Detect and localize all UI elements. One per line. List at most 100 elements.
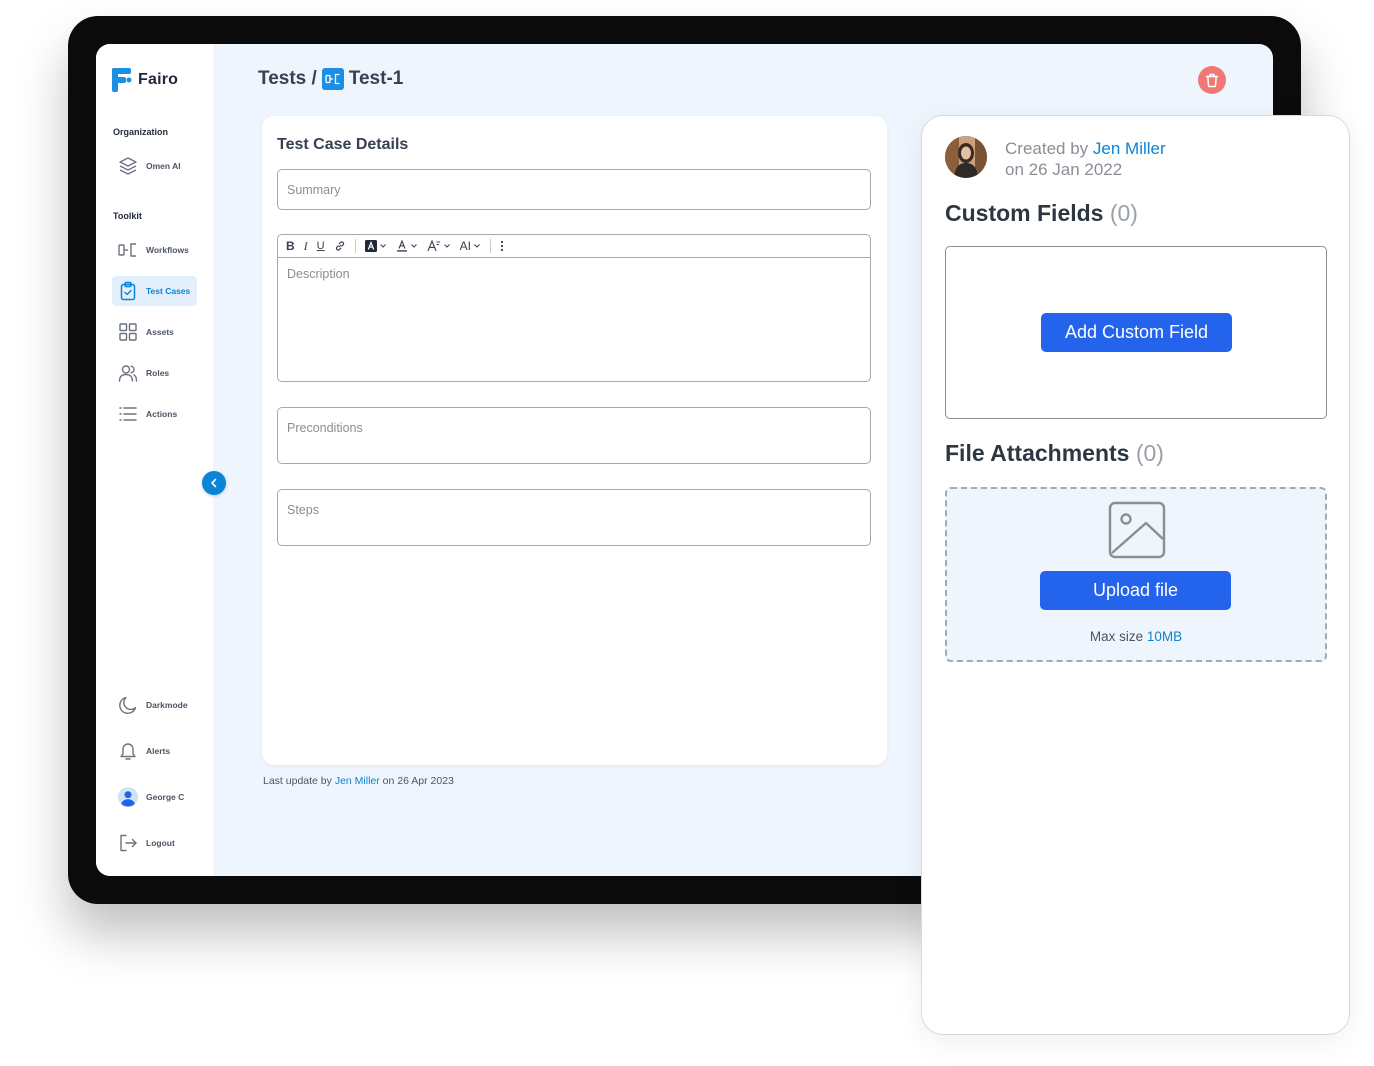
description-placeholder: Description <box>287 267 350 281</box>
workflow-badge-icon <box>321 68 344 90</box>
last-update-user-link[interactable]: Jen Miller <box>335 775 380 787</box>
trash-icon <box>1205 73 1219 87</box>
bell-icon <box>118 741 138 761</box>
more-vertical-icon <box>500 240 504 252</box>
text-style-button[interactable] <box>427 240 451 252</box>
sidebar-item-label: Darkmode <box>146 700 188 710</box>
last-update-text: Last update by Jen Miller on 26 Apr 2023 <box>263 775 454 787</box>
breadcrumb: Tests / Test-1 <box>258 68 403 90</box>
max-size-value: 10MB <box>1146 629 1183 644</box>
chevron-down-icon <box>379 244 386 248</box>
toolkit-label: Toolkit <box>113 211 142 221</box>
steps-input[interactable]: Steps <box>277 489 871 546</box>
organization-label: Organization <box>113 127 169 137</box>
more-options-button[interactable] <box>500 240 504 252</box>
summary-placeholder: Summary <box>287 183 341 197</box>
font-size-label: AI <box>459 239 471 253</box>
sidebar-item-actions[interactable]: Actions <box>112 399 197 429</box>
add-custom-field-button[interactable]: Add Custom Field <box>1041 313 1232 352</box>
collapse-sidebar-button[interactable] <box>202 471 226 495</box>
workflow-icon <box>118 240 138 260</box>
created-prefix: Created by <box>1005 139 1089 158</box>
last-update-date: on 26 Apr 2023 <box>382 775 454 787</box>
sidebar-item-profile[interactable]: George C <box>112 782 197 812</box>
link-icon <box>335 241 344 251</box>
card-title: Test Case Details <box>277 136 409 153</box>
underline-button[interactable]: U <box>317 240 325 252</box>
delete-button[interactable] <box>1198 66 1226 94</box>
preconditions-input[interactable]: Preconditions <box>277 407 871 464</box>
app-logo[interactable]: Fairo <box>112 68 178 92</box>
sidebar-item-label: Alerts <box>146 746 171 756</box>
sidebar-item-label: Actions <box>146 409 178 419</box>
highlight-icon <box>364 240 377 252</box>
test-case-details-card: Test Case Details Summary B I U AI Descr… <box>262 116 887 765</box>
toolbar-divider <box>354 239 356 253</box>
grid-icon <box>118 322 138 342</box>
font-size-button[interactable]: AI <box>460 239 481 253</box>
max-size-text: Max size 10MB <box>947 629 1325 644</box>
text-style-icon <box>427 240 440 252</box>
upload-file-button[interactable]: Upload file <box>1040 571 1231 610</box>
sidebar-item-label: Assets <box>146 327 174 337</box>
layers-icon <box>118 156 138 176</box>
preconditions-placeholder: Preconditions <box>287 421 363 435</box>
sidebar-item-darkmode[interactable]: Darkmode <box>112 690 197 720</box>
text-color-button[interactable] <box>396 240 418 252</box>
file-drop-zone[interactable]: Upload file Max size 10MB <box>945 487 1327 662</box>
moon-icon <box>118 695 138 715</box>
creator-avatar <box>945 136 987 178</box>
sidebar-item-logout[interactable]: Logout <box>112 828 197 858</box>
details-side-panel: Created by Jen Miller on 26 Jan 2022 Cus… <box>921 115 1350 1035</box>
breadcrumb-parent-link[interactable]: Tests / <box>258 68 317 90</box>
list-icon <box>118 404 138 424</box>
max-size-prefix: Max size <box>1089 629 1144 644</box>
last-update-prefix: Last update by <box>263 775 332 787</box>
italic-button[interactable]: I <box>304 239 308 254</box>
sidebar-item-label: Test Cases <box>146 286 191 296</box>
breadcrumb-current: Test-1 <box>348 68 404 89</box>
file-attachments-title: File Attachments <box>945 440 1130 466</box>
highlight-color-button[interactable] <box>364 240 387 252</box>
sidebar-item-roles[interactable]: Roles <box>112 358 197 388</box>
users-icon <box>118 363 138 383</box>
sidebar-item-workflows[interactable]: Workflows <box>112 235 197 265</box>
description-editor[interactable]: B I U AI Description <box>277 234 871 382</box>
sidebar-item-label: Roles <box>146 368 170 378</box>
avatar-photo-icon <box>945 136 987 178</box>
app-name: Fairo <box>138 71 179 88</box>
file-attachments-heading: File Attachments (0) <box>945 440 1164 467</box>
bold-button[interactable]: B <box>286 239 295 253</box>
created-info: Created by Jen Miller on 26 Jan 2022 <box>1005 138 1166 180</box>
toolbar-divider <box>489 239 491 253</box>
image-placeholder-icon <box>1108 501 1166 559</box>
sidebar-item-label: Omen AI <box>146 161 181 171</box>
custom-fields-title: Custom Fields <box>945 200 1104 226</box>
summary-input[interactable]: Summary <box>277 169 871 210</box>
steps-placeholder: Steps <box>287 503 319 517</box>
custom-fields-box: Add Custom Field <box>945 246 1327 419</box>
custom-fields-count: (0) <box>1109 200 1138 226</box>
sidebar-item-label: Logout <box>146 838 175 848</box>
created-date: on 26 Jan 2022 <box>1005 160 1123 179</box>
chevron-down-icon <box>474 244 480 248</box>
chevron-down-icon <box>443 244 450 248</box>
user-avatar-icon <box>118 787 138 807</box>
sidebar-item-omen-ai[interactable]: Omen AI <box>112 151 197 181</box>
sidebar: Fairo Organization Omen AI Toolkit Workf… <box>96 44 213 876</box>
chevron-down-icon <box>410 244 417 248</box>
custom-fields-heading: Custom Fields (0) <box>945 200 1138 227</box>
text-color-icon <box>396 240 407 252</box>
editor-toolbar: B I U AI <box>278 235 870 258</box>
fairo-logo-icon <box>112 68 132 92</box>
logout-icon <box>118 833 138 853</box>
sidebar-item-label: Workflows <box>146 245 189 255</box>
creator-name-link[interactable]: Jen Miller <box>1093 139 1166 158</box>
sidebar-item-alerts[interactable]: Alerts <box>112 736 197 766</box>
sidebar-item-label: George C <box>146 792 185 802</box>
sidebar-item-assets[interactable]: Assets <box>112 317 197 347</box>
chevron-left-icon <box>211 478 217 488</box>
link-button[interactable] <box>334 240 346 252</box>
sidebar-item-test-cases[interactable]: Test Cases <box>112 276 197 306</box>
clipboard-check-icon <box>118 281 138 301</box>
